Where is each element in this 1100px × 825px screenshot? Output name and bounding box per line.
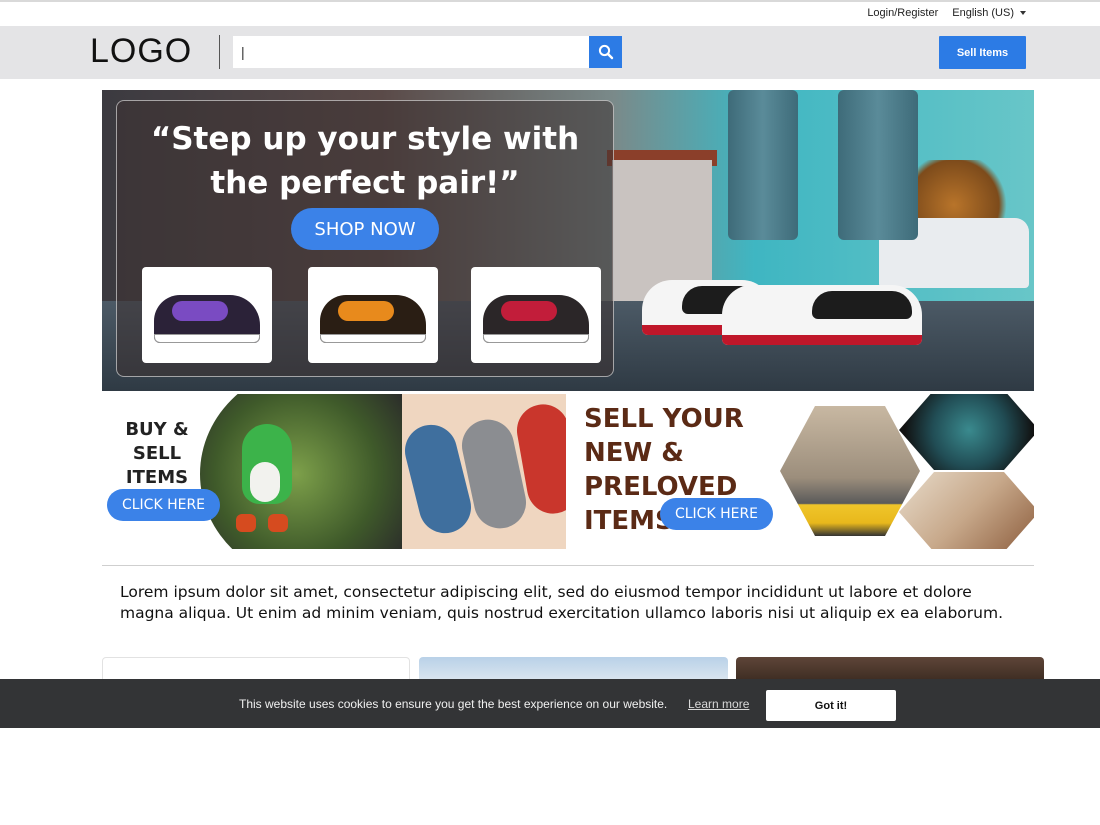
banner-title: BUY & SELL ITEMS (125, 419, 189, 488)
intro-paragraph: Lorem ipsum dolor sit amet, consectetur … (120, 583, 1004, 622)
promo-card: “Step up your style with the perfect pai… (116, 100, 614, 377)
hero-headline: “Step up your style with the perfect pai… (150, 121, 580, 201)
product-thumb-red[interactable] (471, 267, 601, 363)
utility-bar: Login/Register English (US) (867, 0, 1026, 26)
logo[interactable]: LOGO (90, 32, 192, 71)
stamps-photo-hex (899, 472, 1034, 549)
language-label: English (US) (952, 7, 1014, 19)
toy-figure-belly (250, 462, 280, 502)
sneaker-sole (154, 334, 260, 343)
section-divider (102, 565, 1034, 566)
cookie-consent-bar: This website uses cookies to ensure you … (0, 679, 1100, 728)
search-button[interactable] (589, 36, 622, 68)
buy-sell-banner[interactable]: BUY & SELL ITEMS CLICK HERE (102, 394, 566, 549)
sneaker-sole (320, 334, 426, 343)
product-thumb-purple[interactable] (142, 267, 272, 363)
sneaker-panel (501, 301, 557, 321)
search-icon (598, 44, 613, 60)
hero-sneaker-right (722, 285, 922, 345)
caret-down-icon (1020, 11, 1026, 15)
sneaker-panel (338, 301, 394, 321)
hero-leg-left (728, 90, 798, 240)
sell-items-button[interactable]: Sell Items (939, 36, 1026, 69)
sneaker-image (154, 295, 260, 343)
sneaker-panel (172, 301, 228, 321)
car-photo-hex (780, 406, 920, 536)
sneaker-image (483, 295, 589, 343)
logo-divider (219, 35, 220, 69)
hero-leg-right (838, 90, 918, 240)
product-card[interactable] (102, 657, 410, 681)
shop-now-button[interactable]: SHOP NOW (291, 208, 439, 250)
sneaker-sole (483, 334, 589, 343)
sneaker-image (320, 295, 426, 343)
language-selector[interactable]: English (US) (952, 7, 1026, 19)
click-here-button[interactable]: CLICK HERE (660, 498, 773, 530)
tablet-photo-hex (899, 394, 1034, 470)
card-row (102, 657, 1044, 681)
click-here-button[interactable]: CLICK HERE (107, 489, 220, 521)
product-card[interactable] (736, 657, 1044, 681)
cookie-message: This website uses cookies to ensure you … (239, 697, 668, 711)
sneaker-sole (722, 335, 922, 345)
toy-figure-boot (268, 514, 288, 532)
toy-figure-boot (236, 514, 256, 532)
loafers-photo (399, 394, 566, 549)
sneaker-accent (812, 291, 912, 319)
hero-banner[interactable]: “Step up your style with the perfect pai… (102, 90, 1034, 391)
learn-more-link[interactable]: Learn more (688, 697, 749, 711)
product-thumb-orange[interactable] (308, 267, 438, 363)
search-input[interactable] (233, 36, 590, 68)
login-register-link[interactable]: Login/Register (867, 7, 938, 19)
cookie-accept-button[interactable]: Got it! (766, 690, 896, 721)
sell-preloved-banner[interactable]: SELL YOUR NEW & PRELOVED ITEMS CLICK HER… (566, 394, 1034, 549)
page: Login/Register English (US) LOGO Sell It… (0, 0, 1100, 825)
product-card[interactable] (419, 657, 728, 681)
header: LOGO Sell Items (0, 26, 1100, 79)
